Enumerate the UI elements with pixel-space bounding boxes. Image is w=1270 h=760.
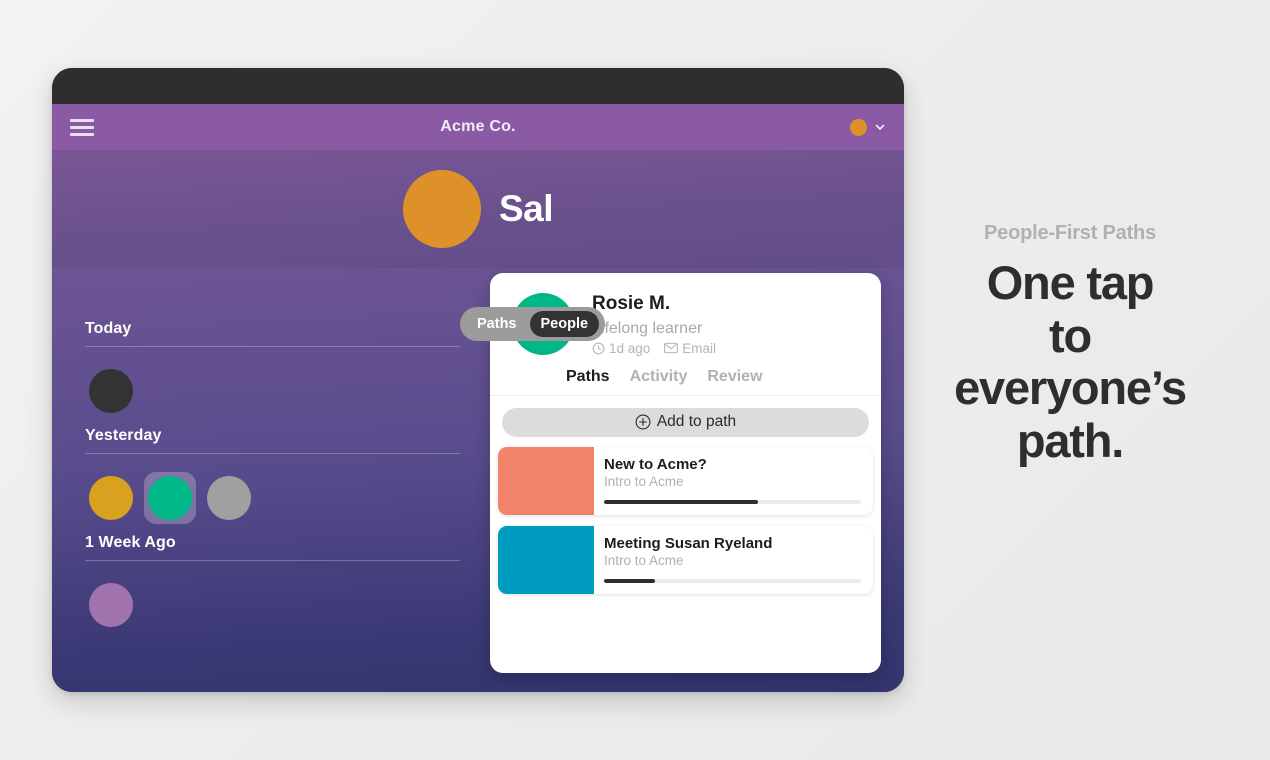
timeline-avatar-row xyxy=(85,470,460,526)
timeline-avatar[interactable] xyxy=(85,579,137,631)
timeline-group-label: Yesterday xyxy=(85,427,162,444)
avatar xyxy=(148,476,192,520)
add-to-path-button[interactable]: Add to path xyxy=(502,407,869,437)
timeline-group-label: 1 Week Ago xyxy=(85,534,176,551)
timeline-avatar[interactable] xyxy=(85,365,137,417)
marketing-headline: One tap to everyone’s path. xyxy=(920,256,1220,468)
marketing-eyebrow: People-First Paths xyxy=(984,222,1156,244)
person-role: Lifelong learner xyxy=(592,319,703,337)
list-item[interactable]: Meeting Susan Ryeland Intro to Acme xyxy=(498,525,873,594)
last-seen: 1d ago xyxy=(592,341,650,356)
email-label: Email xyxy=(682,340,717,356)
progress-fill xyxy=(604,499,759,504)
timeline-group-yesterday: Yesterday xyxy=(85,427,460,526)
path-thumbnail xyxy=(498,446,594,515)
avatar xyxy=(402,170,481,248)
path-title: New to Acme? xyxy=(604,455,707,473)
toggle-option-paths[interactable]: Paths xyxy=(466,311,528,337)
timeline-group-today: Today xyxy=(85,320,460,419)
list-item[interactable]: New to Acme? Intro to Acme xyxy=(498,446,873,515)
last-seen-label: 1d ago xyxy=(609,340,651,356)
person-name: Rosie M. xyxy=(592,293,671,314)
timeline-panel: Today Yesterday 1 Week Ago xyxy=(52,268,490,692)
path-list: New to Acme? Intro to Acme Meeting Susan… xyxy=(490,437,881,594)
avatar xyxy=(89,583,133,627)
chevron-down-icon xyxy=(875,124,885,130)
path-subtitle: Intro to Acme xyxy=(604,474,684,490)
card-tabs: Paths Activity Review xyxy=(490,356,881,396)
toggle-option-people[interactable]: People xyxy=(529,311,600,337)
account-menu[interactable] xyxy=(850,118,886,136)
avatar xyxy=(850,118,867,136)
timeline-avatar[interactable] xyxy=(85,472,137,524)
page-title: Sal xyxy=(498,188,554,229)
tab-activity[interactable]: Activity xyxy=(630,368,688,386)
tab-paths[interactable]: Paths xyxy=(566,368,610,386)
timeline-group-week-ago: 1 Week Ago xyxy=(85,534,460,633)
device-bezel xyxy=(52,68,904,104)
progress-track xyxy=(604,499,861,504)
timeline-avatar-row xyxy=(85,363,460,419)
divider xyxy=(85,453,460,454)
path-subtitle: Intro to Acme xyxy=(604,553,684,569)
envelope-icon xyxy=(664,343,679,354)
path-body: New to Acme? Intro to Acme xyxy=(594,447,873,515)
headline-line-4: path. xyxy=(1016,413,1124,467)
hamburger-icon[interactable] xyxy=(70,118,94,136)
path-body: Meeting Susan Ryeland Intro to Acme xyxy=(594,526,873,594)
device-window: Acme Co. Sal Paths People Today Yesterda… xyxy=(52,68,904,692)
timeline-avatar[interactable] xyxy=(203,472,255,524)
app-top-bar: Acme Co. xyxy=(52,104,904,150)
timeline-group-label: Today xyxy=(85,320,132,337)
headline-line-2: to xyxy=(1049,308,1092,362)
path-thumbnail xyxy=(498,525,594,594)
path-title: Meeting Susan Ryeland xyxy=(604,534,773,552)
tab-review[interactable]: Review xyxy=(707,368,762,386)
headline-line-1: One tap xyxy=(986,256,1155,309)
progress-track xyxy=(604,578,861,583)
hamburger-line xyxy=(70,118,94,122)
marketing-copy: People-First Paths One tap to everyone’s… xyxy=(920,222,1220,468)
hamburger-line xyxy=(70,132,94,136)
divider xyxy=(85,346,460,347)
divider xyxy=(85,560,460,561)
headline-line-3: everyone’s xyxy=(954,361,1187,415)
view-toggle[interactable]: Paths People xyxy=(460,307,606,341)
email-link[interactable]: Email xyxy=(664,341,716,356)
person-meta: 1d ago Email xyxy=(592,341,716,356)
avatar xyxy=(207,476,251,520)
plus-circle-icon xyxy=(635,415,651,430)
hamburger-line xyxy=(70,125,94,129)
progress-fill xyxy=(604,578,656,583)
avatar xyxy=(89,476,133,520)
app-title: Acme Co. xyxy=(440,118,516,135)
profile-hero: Sal xyxy=(52,150,904,268)
add-to-path-label: Add to path xyxy=(656,413,737,431)
clock-icon xyxy=(592,342,605,355)
avatar xyxy=(89,369,133,413)
timeline-avatar-selected[interactable] xyxy=(144,472,196,524)
person-info: Rosie M. Lifelong learner 1d ago Email xyxy=(592,293,716,356)
timeline-avatar-row xyxy=(85,577,460,633)
app-screen: Acme Co. Sal Paths People Today Yesterda… xyxy=(52,104,904,692)
